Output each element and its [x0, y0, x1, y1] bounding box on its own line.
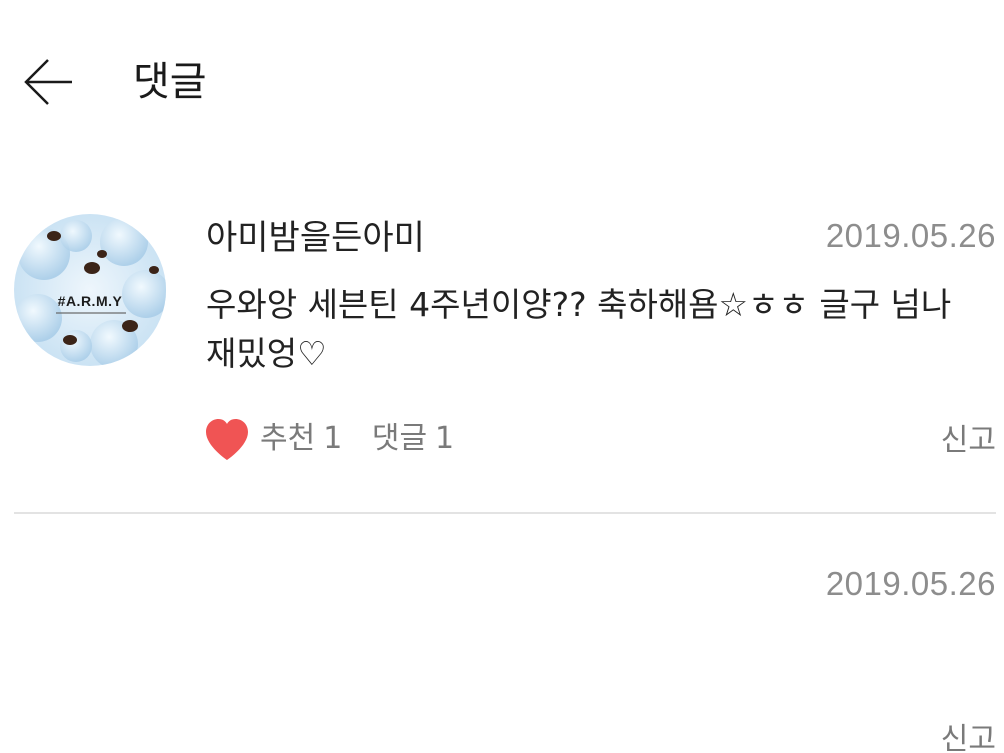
divider — [14, 512, 996, 514]
avatar[interactable]: #A.R.M.Y — [14, 214, 166, 366]
back-arrow-icon — [24, 59, 72, 105]
comment-stats: 추천 1 댓글 1 — [260, 417, 462, 461]
report-button[interactable]: 신고 — [941, 718, 996, 753]
like-count: 1 — [323, 421, 343, 456]
report-button[interactable]: 신고 — [941, 419, 996, 463]
reply-label[interactable]: 댓글 — [372, 421, 427, 456]
comment-date: 2019.05.26 — [825, 217, 996, 254]
comments-page: 댓글 #A.R.M.Y 아미밤을든아미 2019.05.26 우와앙 세븐틴 4… — [0, 0, 1004, 753]
back-button[interactable] — [20, 52, 80, 112]
comment-author: 아미밤을든아미 — [206, 218, 425, 258]
like-label: 추천 — [260, 421, 316, 456]
reply-count: 1 — [435, 421, 455, 456]
comment-date: 2019.05.26 — [825, 565, 996, 602]
page-title: 댓글 — [133, 59, 207, 105]
avatar-image: #A.R.M.Y — [14, 214, 166, 366]
comment-text: 우와앙 세븐틴 4주년이양?? 축하해욤☆ㅎㅎ 글구 넘나 재밌엉♡ — [206, 285, 952, 373]
like-button[interactable] — [204, 418, 250, 462]
svg-text:#A.R.M.Y: #A.R.M.Y — [58, 293, 123, 309]
heart-icon — [206, 419, 248, 460]
